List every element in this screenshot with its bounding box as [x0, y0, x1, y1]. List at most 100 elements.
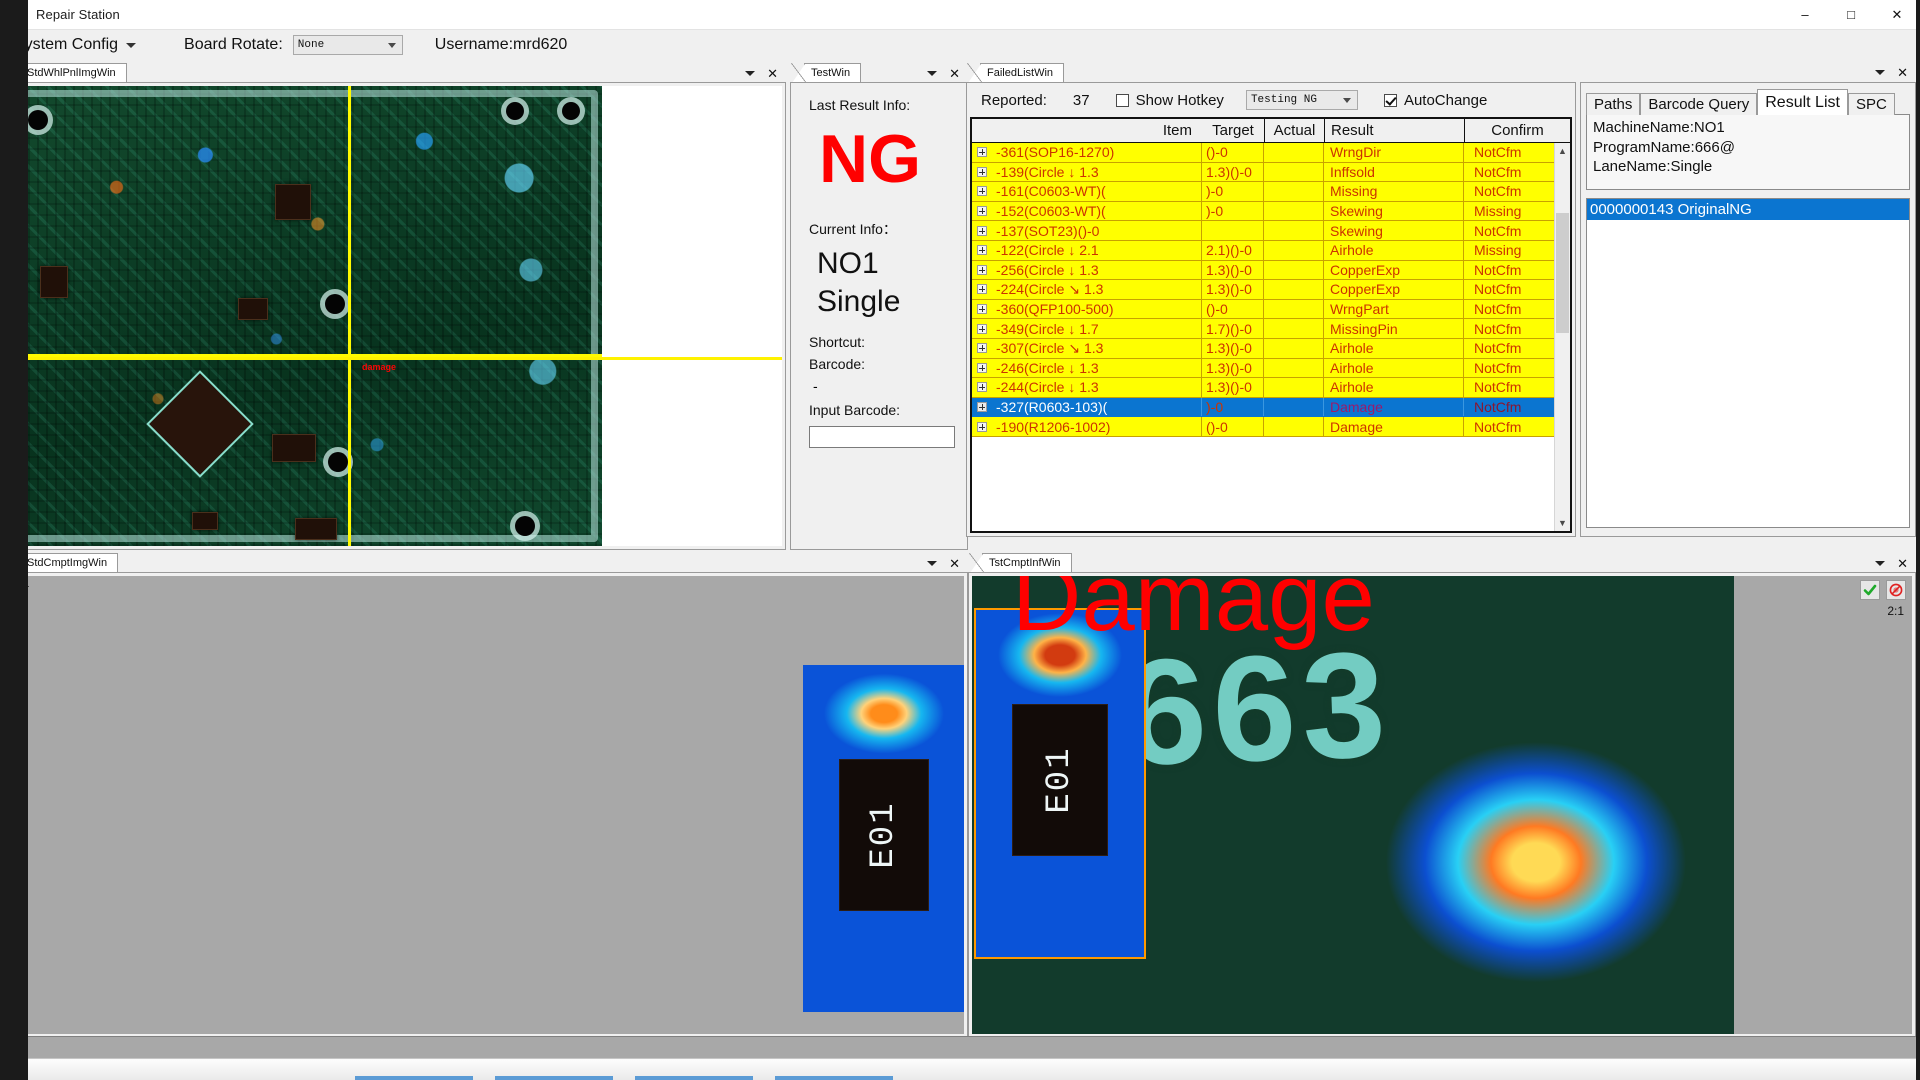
table-row[interactable]: -360(QFP100-500) ()-0 WrngPart NotCfm [972, 299, 1554, 320]
panel-menu-icon[interactable] [745, 71, 756, 76]
expand-row-toggle[interactable] [972, 319, 992, 338]
cell-result: Airhole [1324, 240, 1464, 260]
expand-row-toggle[interactable] [972, 300, 992, 319]
defect-bounding-box [974, 608, 1146, 959]
scrollbar-thumb[interactable] [1556, 213, 1569, 333]
tab-stdcmptimgwin[interactable]: StdCmptImgWin [6, 553, 119, 573]
plus-icon [977, 186, 987, 197]
taskbar-item[interactable] [355, 1076, 473, 1080]
grid-header-confirm[interactable]: Confirm [1464, 119, 1570, 142]
minimize-button[interactable]: – [1782, 0, 1828, 30]
table-row[interactable]: -244(Circle ↓ 1.3 1.3)()-0 Airhole NotCfm [972, 378, 1554, 398]
cell-confirm: NotCfm [1474, 222, 1522, 239]
panel-menu-icon[interactable] [927, 561, 938, 566]
menu-bar: System Config Board Rotate: None Usernam… [0, 30, 1920, 60]
taskbar-item[interactable] [775, 1076, 893, 1080]
tab-failedlistwin[interactable]: FailedListWin [966, 63, 1065, 83]
grid-header-target[interactable]: Target [1202, 119, 1264, 142]
table-row[interactable]: -327(R0603-103)()-0 Damage NotCfm [972, 397, 1554, 418]
table-row[interactable]: -122(Circle ↓ 2.1 2.1)()-0 Airhole Missing [972, 240, 1554, 261]
close-button[interactable]: ✕ [1874, 0, 1920, 30]
expand-row-toggle[interactable] [972, 261, 992, 280]
expand-row-toggle[interactable] [972, 398, 992, 417]
expand-row-toggle[interactable] [972, 202, 992, 221]
tab-testwin[interactable]: TestWin [790, 63, 862, 83]
table-row[interactable]: -152(C0603-WT)()-0 Skewing Missing [972, 201, 1554, 222]
pcb-chip [272, 434, 316, 462]
grid-header-result[interactable]: Result [1324, 119, 1464, 142]
plus-icon [977, 304, 987, 315]
check-icon [1863, 584, 1877, 596]
expand-row-toggle[interactable] [972, 163, 992, 182]
accept-button[interactable] [1860, 580, 1880, 600]
table-row[interactable]: -139(Circle ↓ 1.3 1.3)()-0 Inffsold NotCfm [972, 162, 1554, 183]
expand-row-toggle[interactable] [972, 143, 992, 162]
grid-header-item[interactable]: Item [992, 119, 1202, 142]
result-list[interactable]: 0000000143 OriginalNG [1586, 198, 1910, 528]
cell-result: WrngPart [1324, 299, 1464, 319]
scroll-up-icon[interactable]: ▲ [1555, 143, 1570, 159]
panel-right-dock: ✕ Paths Barcode Query Result List SPC Ma… [1580, 62, 1916, 537]
panel-close-icon[interactable]: ✕ [1897, 66, 1908, 79]
test-component-canvas[interactable]: X663 E01 Damage 2:1 [972, 576, 1912, 1034]
list-item[interactable]: 0000000143 OriginalNG [1587, 199, 1909, 220]
pcb-mount-hole [28, 110, 48, 130]
cell-target: ()-0 [1202, 299, 1264, 319]
tab-stdwhlpnlimgwin[interactable]: StdWhlPnlImgWin [7, 63, 127, 83]
table-row[interactable]: -256(Circle ↓ 1.3 1.3)()-0 CopperExp NotCfm [972, 260, 1554, 281]
taskbar-item[interactable] [635, 1076, 753, 1080]
panel-close-icon[interactable]: ✕ [949, 67, 960, 80]
table-row[interactable]: -349(Circle ↓ 1.7 1.7)()-0 MissingPin NotCf… [972, 319, 1554, 339]
test-mode-select[interactable]: Testing NG [1245, 90, 1358, 110]
grid-vertical-scrollbar[interactable]: ▲ ▼ [1554, 143, 1570, 531]
table-row[interactable]: -137(SOT23)()-0 Skewing NotCfm [972, 221, 1554, 241]
table-row[interactable]: -190(R1206-1002) ()-0 Damage NotCfm [972, 417, 1554, 437]
table-row[interactable]: -224(Circle ↘ 1.3 1.3)()-0 CopperExp NotCfm [972, 280, 1554, 300]
expand-row-toggle[interactable] [972, 241, 992, 260]
menu-system-config[interactable]: System Config [14, 36, 137, 54]
expand-row-toggle[interactable] [972, 378, 992, 397]
grid-header-spacer [972, 119, 992, 142]
table-row[interactable]: -161(C0603-WT)()-0 Missing NotCfm [972, 182, 1554, 202]
grid-header-actual[interactable]: Actual [1264, 119, 1324, 142]
tab-tstcmptinfwin[interactable]: TstCmptInfWin [969, 553, 1072, 573]
failed-list-toolbar: Reported: 37 Show Hotkey Testing NG Auto… [967, 83, 1575, 117]
show-hotkey-checkbox[interactable]: Show Hotkey [1115, 92, 1224, 109]
tab-result-list[interactable]: Result List [1757, 89, 1848, 115]
expand-row-toggle[interactable] [972, 280, 992, 299]
maximize-button[interactable]: □ [1828, 0, 1874, 30]
std-component-canvas[interactable]: 2:1 E01 [10, 576, 964, 1034]
expand-row-toggle[interactable] [972, 417, 992, 436]
cell-confirm: NotCfm [1474, 301, 1522, 318]
board-rotate-select[interactable]: None [292, 35, 403, 55]
tab-paths[interactable]: Paths [1586, 93, 1641, 115]
table-row[interactable]: -307(Circle ↘ 1.3 1.3)()-0 Airhole NotCfm [972, 338, 1554, 359]
expand-row-toggle[interactable] [972, 182, 992, 201]
cell-result: Airhole [1324, 378, 1464, 397]
username-label: Username:mrd620 [434, 36, 568, 53]
panel-close-icon[interactable]: ✕ [1897, 557, 1908, 570]
table-row[interactable]: -361(SOP16-1270) ()-0 WrngDir NotCfm [972, 143, 1554, 163]
panel-menu-icon[interactable] [1875, 69, 1886, 75]
panel-menu-icon[interactable] [927, 71, 938, 76]
tab-barcode-query[interactable]: Barcode Query [1640, 93, 1758, 115]
cell-actual [1264, 319, 1324, 338]
expand-row-toggle[interactable] [972, 359, 992, 378]
panel-header: ✕ [1580, 62, 1916, 82]
table-row[interactable]: -246(Circle ↓ 1.3 1.3)()-0 Airhole NotCfm [972, 358, 1554, 379]
test-component-image: X663 E01 Damage [972, 576, 1734, 1034]
autochange-checkbox[interactable]: AutoChange [1383, 92, 1487, 109]
cell-actual [1264, 338, 1324, 358]
reject-button[interactable] [1886, 580, 1906, 600]
taskbar-item[interactable] [495, 1076, 613, 1080]
panel-close-icon[interactable]: ✕ [767, 67, 778, 80]
tab-spc[interactable]: SPC [1847, 93, 1895, 115]
pcb-image-canvas[interactable]: damage [10, 86, 782, 546]
input-barcode-field[interactable] [809, 426, 955, 448]
expand-row-toggle[interactable] [972, 221, 992, 240]
panel-menu-icon[interactable] [1875, 561, 1886, 566]
expand-row-toggle[interactable] [972, 339, 992, 358]
scroll-down-icon[interactable]: ▼ [1555, 515, 1570, 531]
panel-close-icon[interactable]: ✕ [949, 557, 960, 570]
panel-header: StdWhlPnlImgWin ✕ [6, 62, 786, 83]
